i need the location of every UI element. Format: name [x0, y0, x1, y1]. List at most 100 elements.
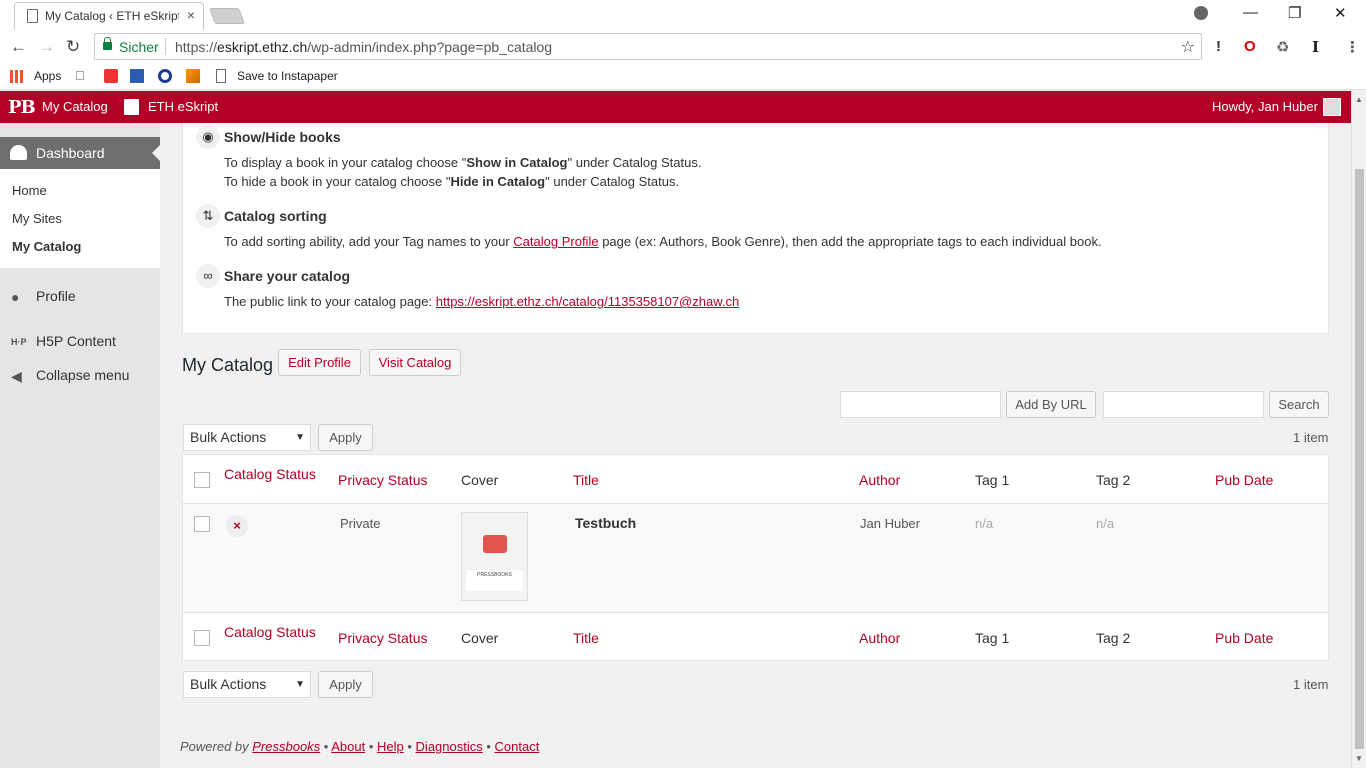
column-cover: Cover	[461, 630, 499, 646]
apply-button-top[interactable]: Apply	[318, 424, 373, 451]
sidebar-item-label: Dashboard	[36, 145, 105, 161]
window-close-icon[interactable]: ✕	[1334, 4, 1347, 22]
column-privacy-status[interactable]: Privacy Status	[338, 472, 427, 488]
forward-icon[interactable]: →	[38, 37, 55, 57]
search-input[interactable]	[1103, 391, 1264, 418]
bulk-actions-select-bottom[interactable]: Bulk Actions ▼	[183, 671, 311, 698]
extension-alert-icon[interactable]: !	[1216, 38, 1221, 55]
admin-sidebar: Dashboard Home My Sites My Catalog ● Pro…	[0, 123, 160, 768]
page-scrollbar[interactable]: ▲ ▼	[1351, 91, 1366, 768]
pressbooks-link[interactable]: Pressbooks	[252, 739, 320, 754]
bookmarks-bar: Apps  Save to Instapaper	[0, 64, 1366, 90]
add-by-url-button[interactable]: Add By URL	[1006, 391, 1096, 418]
select-all-checkbox[interactable]	[194, 630, 210, 646]
secure-label: Sicher	[119, 39, 159, 55]
catalog-profile-link[interactable]: Catalog Profile	[513, 234, 598, 249]
column-catalog-status[interactable]: Catalog Status	[224, 624, 316, 640]
sidebar-item-h5p[interactable]: H·P H5P Content	[0, 325, 160, 359]
profile-icon[interactable]	[1194, 6, 1208, 20]
scroll-down-icon[interactable]: ▼	[1355, 754, 1363, 763]
catalog-help-panel: ◉ Show/Hide books To display a book in y…	[182, 123, 1329, 334]
book-author: Jan Huber	[860, 516, 920, 531]
bookmark-star-icon[interactable]: ☆	[1181, 37, 1195, 57]
bookmark-apps[interactable]: Apps	[34, 69, 61, 83]
recycle-icon[interactable]: ♻	[1276, 38, 1289, 56]
link-icon: ∞	[196, 264, 220, 288]
contact-link[interactable]: Contact	[495, 739, 540, 754]
bookmark-red-icon[interactable]	[104, 69, 118, 83]
bulk-actions-select-top[interactable]: Bulk Actions ▼	[183, 424, 311, 451]
opera-icon[interactable]: O	[1244, 38, 1256, 55]
select-value: Bulk Actions	[190, 429, 267, 445]
catalog-table: Catalog Status Privacy Status Cover Titl…	[182, 454, 1329, 661]
new-tab-button[interactable]	[209, 8, 245, 24]
page-icon	[27, 9, 38, 23]
select-value: Bulk Actions	[190, 676, 267, 692]
column-title[interactable]: Title	[573, 630, 599, 646]
reload-icon[interactable]: ↻	[66, 37, 80, 57]
column-title[interactable]: Title	[573, 472, 599, 488]
avatar[interactable]	[1323, 98, 1341, 116]
browser-tab[interactable]: My Catalog ‹ ETH eSkript ×	[14, 2, 204, 30]
search-button[interactable]: Search	[1269, 391, 1329, 418]
about-link[interactable]: About	[331, 739, 365, 754]
column-author[interactable]: Author	[859, 630, 900, 646]
column-tag1: Tag 1	[975, 472, 1010, 488]
menu-icon[interactable]: ⋮	[1345, 38, 1360, 56]
select-all-checkbox[interactable]	[194, 472, 210, 488]
back-icon[interactable]: ←	[10, 37, 27, 57]
catalog-status-toggle-icon[interactable]: ×	[226, 515, 248, 537]
column-pub-date[interactable]: Pub Date	[1215, 472, 1273, 488]
tab-close-icon[interactable]: ×	[187, 7, 195, 23]
diagnostics-link[interactable]: Diagnostics	[416, 739, 483, 754]
table-row: × Private PRESSBOOKS Testbuch Jan Huber …	[183, 503, 1328, 613]
help-link[interactable]: Help	[377, 739, 404, 754]
row-checkbox[interactable]	[194, 516, 210, 532]
bookmark-circle-icon[interactable]	[158, 69, 172, 83]
instapaper-icon[interactable]: I	[1312, 38, 1319, 56]
sidebar-item-label: Collapse menu	[36, 367, 130, 383]
apply-button-bottom[interactable]: Apply	[318, 671, 373, 698]
sidebar-item-my-catalog[interactable]: My Catalog	[12, 239, 81, 254]
collapse-icon: ◀	[11, 368, 22, 384]
sidebar-item-my-sites[interactable]: My Sites	[12, 211, 62, 226]
column-privacy-status[interactable]: Privacy Status	[338, 630, 427, 646]
book-title[interactable]: Testbuch	[575, 515, 636, 531]
howdy-user[interactable]: Howdy, Jan Huber	[1212, 99, 1318, 114]
browser-tabstrip: My Catalog ‹ ETH eSkript × — ❐ ✕	[0, 0, 1366, 30]
dashboard-submenu: Home My Sites My Catalog	[0, 169, 160, 268]
edit-profile-button[interactable]: Edit Profile	[278, 349, 361, 376]
column-pub-date[interactable]: Pub Date	[1215, 630, 1273, 646]
admin-bar-my-catalog[interactable]: My Catalog	[42, 99, 108, 114]
scrollbar-thumb[interactable]	[1355, 169, 1364, 749]
collapse-menu-button[interactable]: ◀ Collapse menu	[0, 359, 160, 393]
apple-icon[interactable]: 	[75, 68, 89, 83]
sidebar-item-profile[interactable]: ● Profile	[0, 280, 160, 314]
admin-bar-site[interactable]: ETH eSkript	[148, 99, 218, 114]
column-tag2: Tag 2	[1096, 472, 1131, 488]
sidebar-item-home[interactable]: Home	[12, 183, 47, 198]
pma-icon[interactable]	[186, 69, 200, 83]
scroll-up-icon[interactable]: ▲	[1355, 95, 1363, 104]
show-instruction: To display a book in your catalog choose…	[224, 155, 702, 170]
cover-label: PRESSBOOKS	[466, 570, 523, 591]
minimize-icon[interactable]: —	[1243, 4, 1258, 21]
sidebar-item-dashboard[interactable]: Dashboard	[0, 137, 160, 169]
url-text[interactable]: https://eskript.ethz.ch/wp-admin/index.p…	[175, 39, 552, 55]
bookmark-instapaper[interactable]: Save to Instapaper	[237, 69, 338, 83]
dashboard-icon	[10, 145, 27, 160]
browser-toolbar: ← → ↻ Sicher https://eskript.ethz.ch/wp-…	[0, 30, 1366, 64]
bullet: •	[365, 739, 378, 754]
bookmark-blue-icon[interactable]	[130, 69, 144, 83]
lock-icon	[103, 37, 112, 50]
user-icon: ●	[11, 289, 20, 305]
pressbooks-logo[interactable]: PB	[8, 97, 36, 118]
column-catalog-status[interactable]: Catalog Status	[224, 466, 316, 482]
visit-catalog-button[interactable]: Visit Catalog	[369, 349, 461, 376]
public-catalog-link[interactable]: https://eskript.ethz.ch/catalog/11353581…	[436, 294, 739, 309]
restore-icon[interactable]: ❐	[1288, 4, 1301, 22]
address-bar[interactable]: Sicher https://eskript.ethz.ch/wp-admin/…	[94, 33, 1202, 60]
column-author[interactable]: Author	[859, 472, 900, 488]
add-by-url-input[interactable]	[840, 391, 1001, 418]
page-icon	[216, 69, 226, 83]
